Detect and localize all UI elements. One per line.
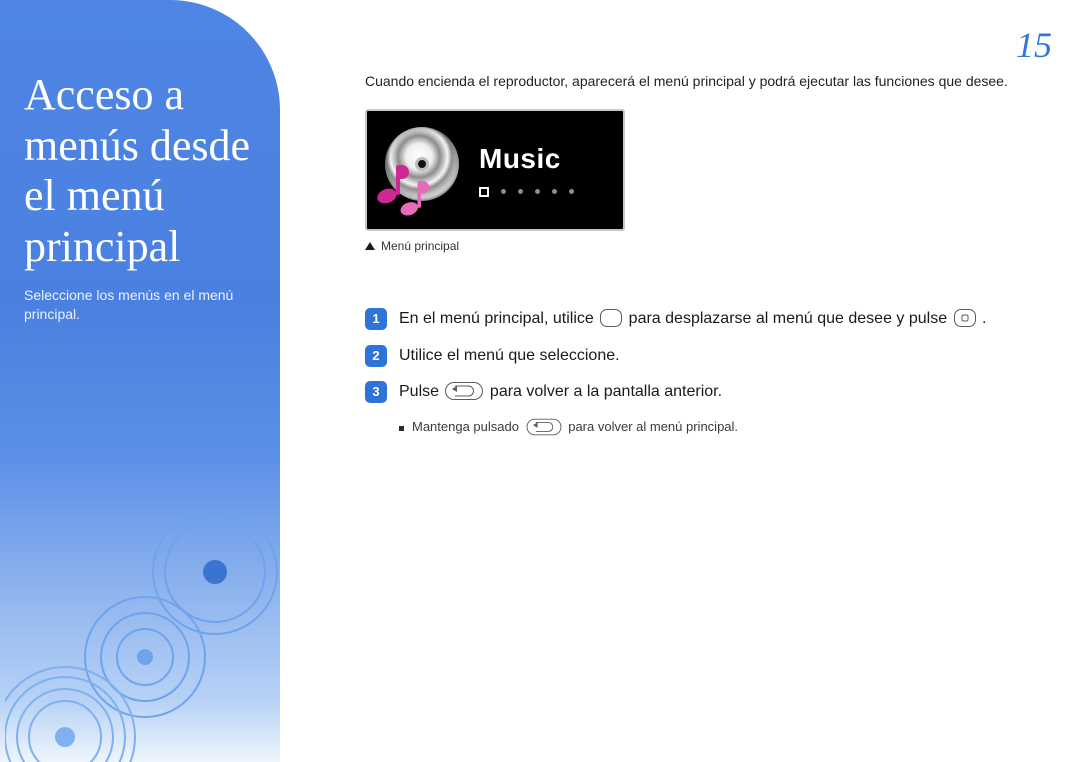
pager-dot bbox=[535, 189, 540, 194]
tip-text-b: para volver al menú principal. bbox=[568, 419, 738, 434]
step-3: 3 Pulse para volver a la pantalla anteri… bbox=[365, 380, 1025, 405]
pager-dot bbox=[501, 189, 506, 194]
back-button-icon bbox=[526, 419, 561, 436]
steps-list: 1 En el menú principal, utilice para des… bbox=[365, 307, 1025, 437]
sidebar-title: Acceso a menús desde el menú principal bbox=[24, 70, 262, 272]
step-2-text: Utilice el menú que seleccione. bbox=[399, 347, 620, 364]
device-screen-mock: Music bbox=[365, 109, 625, 231]
select-button-icon bbox=[954, 309, 976, 327]
content-area: Cuando encienda el reproductor, aparecer… bbox=[365, 72, 1025, 437]
triangle-up-icon bbox=[365, 242, 375, 250]
sidebar: Acceso a menús desde el menú principal S… bbox=[0, 0, 280, 762]
intro-text: Cuando encienda el reproductor, aparecer… bbox=[365, 72, 1025, 91]
step-2-body: Utilice el menú que seleccione. bbox=[399, 344, 1025, 369]
music-icon bbox=[381, 129, 463, 211]
pager-dot bbox=[518, 189, 523, 194]
pager-dot bbox=[569, 189, 574, 194]
pager-indicator-active bbox=[479, 187, 489, 197]
step-3-body: Pulse para volver a la pantalla anterior… bbox=[399, 380, 1025, 405]
step-badge-2: 2 bbox=[365, 345, 387, 367]
step-3-text-a: Pulse bbox=[399, 383, 443, 400]
tip-text-a: Mantenga pulsado bbox=[412, 419, 523, 434]
step-badge-3: 3 bbox=[365, 381, 387, 403]
step-1-text-c: . bbox=[982, 310, 986, 327]
page-number: 15 bbox=[1016, 24, 1052, 66]
pager-dots bbox=[479, 187, 574, 197]
tip-row: Mantenga pulsado para volver al menú pri… bbox=[399, 417, 1025, 437]
back-button-icon bbox=[445, 382, 483, 400]
nav-pad-icon bbox=[600, 309, 622, 327]
step-1-body: En el menú principal, utilice para despl… bbox=[399, 307, 1025, 332]
sidebar-subtitle: Seleccione los menús en el menú principa… bbox=[24, 286, 262, 324]
pager-dot bbox=[552, 189, 557, 194]
step-1-text-a: En el menú principal, utilice bbox=[399, 310, 598, 327]
step-1: 1 En el menú principal, utilice para des… bbox=[365, 307, 1025, 332]
step-2: 2 Utilice el menú que seleccione. bbox=[365, 344, 1025, 369]
step-badge-1: 1 bbox=[365, 308, 387, 330]
tip-text: Mantenga pulsado para volver al menú pri… bbox=[412, 417, 738, 437]
step-3-text-b: para volver a la pantalla anterior. bbox=[490, 383, 722, 400]
screen-caption: Menú principal bbox=[365, 239, 1025, 253]
caption-text: Menú principal bbox=[381, 239, 459, 253]
decorative-circles bbox=[5, 462, 280, 762]
screen-label: Music bbox=[479, 143, 574, 175]
bullet-icon bbox=[399, 426, 404, 431]
step-1-text-b: para desplazarse al menú que desee y pul… bbox=[629, 310, 952, 327]
